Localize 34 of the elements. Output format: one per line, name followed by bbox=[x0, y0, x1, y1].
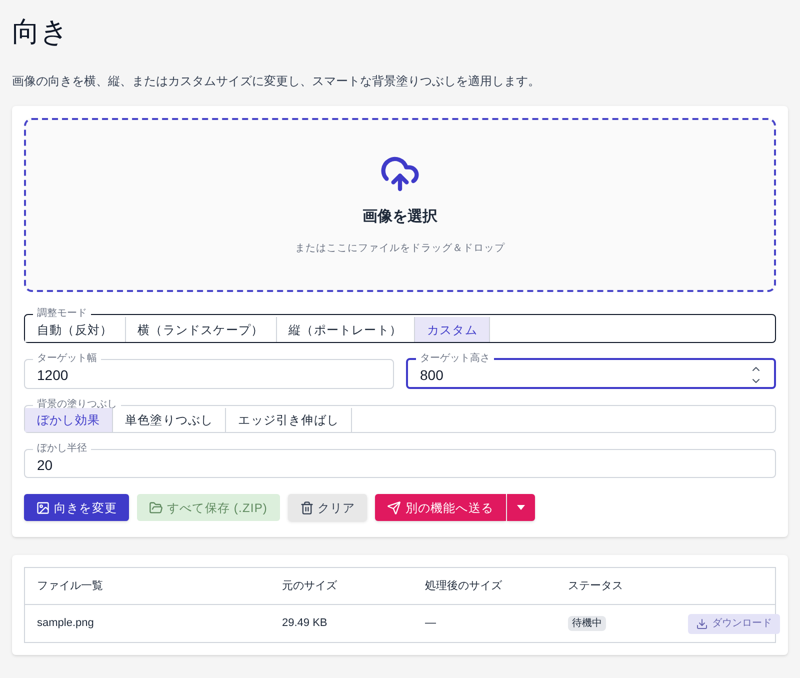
caret-icon bbox=[516, 505, 525, 510]
toggle-option[interactable]: カスタム bbox=[415, 317, 490, 342]
field-label: 調整モード bbox=[36, 308, 88, 320]
dropzone[interactable]: 画像を選択 またはここにファイルをドラッグ＆ドロップ bbox=[24, 118, 776, 292]
column-header: 元のサイズ bbox=[282, 578, 338, 594]
toggle-option[interactable]: ぼかし効果 bbox=[25, 408, 113, 432]
table-cell-text: sample.png bbox=[37, 616, 95, 632]
field-label: ターゲット高さ bbox=[419, 353, 491, 365]
table-cell-text: 29.49 KB bbox=[282, 616, 328, 632]
dropdown-button[interactable] bbox=[506, 494, 535, 521]
toggle-option[interactable]: 自動（反対） bbox=[25, 317, 126, 342]
toggle-option[interactable]: 単色塗りつぶし bbox=[113, 408, 226, 432]
clear-button[interactable]: クリア bbox=[288, 494, 368, 521]
status-badge: 待機中 bbox=[568, 616, 606, 632]
column-header: ファイル一覧 bbox=[37, 578, 104, 594]
page-description: 画像の向きを横、縦、またはカスタムサイズに変更し、スマートな背景塗りつぶしを適用します。 bbox=[12, 73, 541, 90]
number-field[interactable]: ターゲット高さ 800 bbox=[406, 353, 776, 389]
column-header: ステータス bbox=[568, 578, 624, 594]
table-cell-text: — bbox=[425, 616, 437, 632]
column-header: 処理後のサイズ bbox=[425, 578, 503, 594]
field-value: 800 bbox=[420, 366, 444, 384]
primary-button[interactable]: 向きを変更 bbox=[24, 494, 129, 521]
download-icon bbox=[696, 618, 708, 630]
page-title: 向き bbox=[12, 16, 70, 48]
send-button[interactable]: 別の機能へ送る bbox=[375, 494, 506, 521]
field-value: 1200 bbox=[37, 366, 70, 384]
field-label: ターゲット幅 bbox=[36, 353, 98, 365]
field-value: 20 bbox=[37, 456, 53, 474]
send-icon bbox=[387, 500, 402, 514]
number-field[interactable]: ぼかし半径 20 bbox=[24, 443, 776, 478]
field-label: ぼかし半径 bbox=[36, 443, 88, 455]
number-field[interactable]: ターゲット幅 1200 bbox=[24, 353, 394, 389]
dropzone-hint: またはここにファイルをドラッグ＆ドロップ bbox=[295, 242, 505, 256]
dropzone-title: 画像を選択 bbox=[362, 207, 438, 228]
